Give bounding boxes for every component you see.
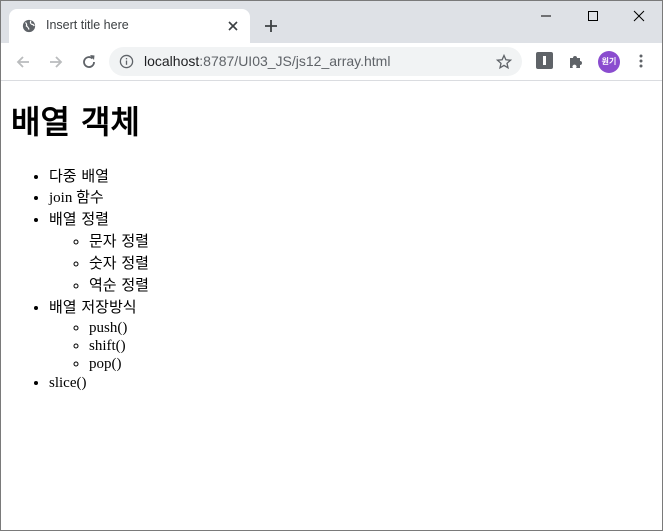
url-host: localhost	[144, 53, 200, 69]
extensions-puzzle-icon[interactable]	[567, 52, 585, 70]
list-item: 배열 정렬 문자 정렬 숫자 정렬 역순 정렬	[49, 209, 149, 297]
back-arrow-icon[interactable]	[13, 52, 33, 72]
profile-avatar[interactable]: 원기	[598, 51, 620, 73]
forward-arrow-icon[interactable]	[46, 52, 66, 72]
maximize-button[interactable]	[570, 1, 616, 31]
browser-tab[interactable]: Insert title here	[9, 9, 250, 43]
sub-list-item-label: pop()	[89, 356, 122, 372]
page-heading: 배열 객체	[11, 103, 140, 141]
sub-list-item: 숫자 정렬	[89, 253, 149, 275]
sub-list-item: 문자 정렬	[89, 231, 149, 253]
sub-list-item: push()	[89, 319, 149, 337]
list-item-label: 배열 정렬	[49, 210, 109, 228]
sub-list-item-label: 역순 정렬	[89, 276, 149, 294]
reload-icon[interactable]	[79, 52, 99, 72]
browser-toolbar: localhost:8787/UI03_JS/js12_array.html	[1, 43, 662, 81]
topic-list: 다중 배열 join 함수 배열 정렬 문자 정렬 숫자 정렬 역순 정렬 배열…	[11, 166, 149, 394]
list-item-label: slice()	[49, 375, 87, 391]
address-bar[interactable]: localhost:8787/UI03_JS/js12_array.html	[109, 47, 522, 76]
maximize-icon	[588, 11, 598, 21]
tab-strip: Insert title here	[1, 1, 662, 43]
close-tab-icon[interactable]	[225, 18, 241, 34]
url-path: :8787/UI03_JS/js12_array.html	[199, 53, 391, 69]
minimize-icon	[541, 15, 551, 17]
close-icon	[633, 10, 645, 22]
list-item: slice()	[49, 373, 149, 394]
extension-icon[interactable]	[536, 52, 553, 69]
info-icon[interactable]	[119, 54, 134, 69]
page-content: 배열 객체 다중 배열 join 함수 배열 정렬 문자 정렬 숫자 정렬 역순…	[1, 82, 662, 530]
sub-list-item: shift()	[89, 337, 149, 355]
sub-list-item: pop()	[89, 355, 149, 373]
list-item: 다중 배열	[49, 166, 149, 188]
list-item: join 함수	[49, 188, 149, 209]
sub-list-item: 역순 정렬	[89, 275, 149, 297]
sub-list: push() shift() pop()	[49, 319, 149, 373]
list-item-label: join 함수	[49, 190, 104, 206]
sub-list-item-label: push()	[89, 320, 128, 336]
url-text[interactable]: localhost:8787/UI03_JS/js12_array.html	[144, 53, 390, 69]
close-window-button[interactable]	[616, 1, 662, 31]
globe-icon	[22, 19, 36, 33]
sub-list-item-label: 문자 정렬	[89, 232, 149, 250]
list-item-label: 다중 배열	[49, 167, 109, 185]
new-tab-icon[interactable]	[261, 16, 281, 36]
list-item-label: 배열 저장방식	[49, 298, 137, 316]
sub-list: 문자 정렬 숫자 정렬 역순 정렬	[49, 231, 149, 297]
list-item: 배열 저장방식 push() shift() pop()	[49, 297, 149, 373]
menu-dots-icon[interactable]	[633, 53, 649, 69]
sub-list-item-label: 숫자 정렬	[89, 254, 149, 272]
bookmark-star-icon[interactable]	[496, 54, 512, 70]
minimize-button[interactable]	[523, 1, 569, 31]
tab-title: Insert title here	[46, 18, 129, 32]
browser-window: Insert title here localhost:8787/UI03_JS…	[0, 0, 663, 531]
sub-list-item-label: shift()	[89, 338, 126, 354]
